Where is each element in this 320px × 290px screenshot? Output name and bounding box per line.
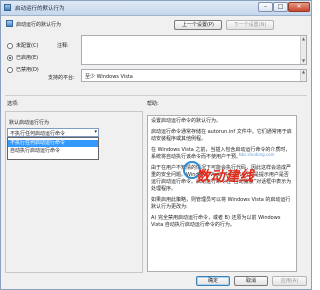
previous-setting-button[interactable]: 上一个设置(P) (174, 20, 222, 30)
watermark-text: 数动建线 (196, 169, 254, 185)
radio-enabled-label: 已启用(E) (16, 55, 39, 61)
cancel-button[interactable]: 取消 (234, 276, 268, 286)
setting-icon (6, 20, 13, 27)
radio-not-configured-indicator[interactable] (7, 42, 13, 49)
scroll-up-icon[interactable]: ▲ (301, 36, 306, 42)
minimize-button[interactable]: – (258, 2, 273, 12)
supported-platforms-label: 支持的平台: (48, 75, 75, 81)
supported-platforms-box: 至少 Windows Vista ▲ (81, 69, 307, 82)
radio-enabled-indicator[interactable] (7, 54, 13, 61)
watermark-url: bbs.shudong.com (239, 152, 275, 157)
section-divider (5, 95, 307, 96)
policy-icon (4, 4, 11, 11)
radio-disabled-label: 已禁用(D) (16, 67, 39, 73)
options-section-label: 选项: (7, 101, 19, 107)
comment-scrollbar[interactable]: ▲ ▼ (300, 36, 306, 64)
close-button[interactable]: ✕ (288, 2, 310, 12)
window-title: 启动运行的默认行为 (15, 6, 65, 12)
dropdown-option-do-not-execute[interactable]: 不执行任何启动运行命令 (8, 140, 98, 147)
radio-disabled[interactable]: 已禁用(D) (7, 66, 39, 73)
help-paragraph: A) 完全禁用启动运行命令，或者 B) 还原为以前 Windows Vista … (151, 215, 281, 228)
radio-not-configured[interactable]: 未配置(C) (7, 42, 38, 49)
help-paragraph: 设置启动运行命令的默认行为。 (151, 118, 222, 124)
scroll-down-icon[interactable]: ▼ (301, 58, 306, 64)
dropdown-option-auto-execute[interactable]: 自动执行启动运行命令 (8, 148, 98, 155)
radio-enabled[interactable]: 已启用(E) (7, 54, 38, 61)
maximize-button[interactable]: □ (273, 2, 288, 12)
help-paragraph: 如果启用此策略，则管理员可以将 Windows Vista 的启动运行默认行为更… (151, 197, 291, 210)
supported-platforms-value: 至少 Windows Vista (85, 74, 133, 80)
apply-button[interactable]: 应用(A) (272, 276, 307, 286)
help-text-panel: 设置启动运行命令的默认行为。 启动运行命令通常存储在 autorun.inf 文… (147, 115, 297, 272)
autorun-behavior-select[interactable]: 不执行任何启动运行命令 ▾ (7, 128, 99, 137)
help-section-label: 帮助: (147, 101, 159, 107)
select-value: 不执行任何启动运行命令 (10, 131, 66, 137)
chevron-down-icon[interactable]: ▾ (94, 129, 97, 136)
ok-button[interactable]: 确定 (196, 276, 230, 286)
help-paragraph: 启动运行命令通常存储在 autorun.inf 文件中。它们通常用于启动安装程序… (151, 129, 292, 142)
comment-label: 注释: (57, 43, 69, 49)
options-field-label: 默认启动运行行为 (9, 120, 50, 126)
radio-disabled-indicator[interactable] (7, 66, 13, 73)
autorun-behavior-dropdown: 不执行任何启动运行命令 自动执行启动运行命令 (7, 137, 99, 160)
next-setting-button[interactable]: 下一个设置(N) (226, 20, 274, 30)
policy-setting-dialog: 启动运行的默认行为 – □ ✕ 启动运行的默认行为 上一个设置(P) 下一个设置… (0, 0, 312, 290)
radio-not-configured-label: 未配置(C) (16, 43, 39, 49)
title-bar: 启动运行的默认行为 – □ ✕ (1, 1, 311, 16)
comment-textarea[interactable]: ▲ ▼ (81, 35, 307, 65)
setting-name: 启动运行的默认行为 (16, 22, 62, 28)
scroll-up-icon[interactable]: ▲ (301, 70, 306, 74)
supported-scrollbar[interactable]: ▲ (300, 70, 306, 81)
